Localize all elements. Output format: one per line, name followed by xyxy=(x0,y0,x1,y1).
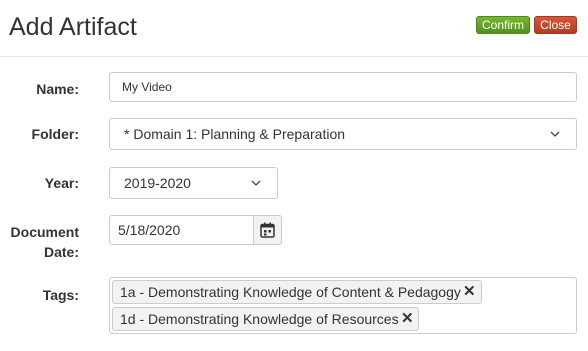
close-icon[interactable]: ✕ xyxy=(401,308,414,330)
calendar-icon xyxy=(260,222,275,238)
name-label: Name: xyxy=(36,81,79,97)
dialog-header: Add Artifact Confirm Close xyxy=(0,0,588,57)
name-value: My Video xyxy=(122,80,172,94)
tag-label: 1d - Demonstrating Knowledge of Resource… xyxy=(120,311,399,327)
tag-item: 1d - Demonstrating Knowledge of Resource… xyxy=(112,307,419,331)
document-date-label-line2: Date: xyxy=(43,244,79,260)
tags-label: Tags: xyxy=(42,287,79,303)
close-button[interactable]: Close xyxy=(534,16,577,34)
tag-item: 1a - Demonstrating Knowledge of Content … xyxy=(112,280,482,304)
page-title: Add Artifact xyxy=(9,13,137,41)
name-input[interactable]: My Video xyxy=(109,72,577,102)
chevron-down-icon xyxy=(550,131,560,137)
year-select[interactable]: 2019-2020 xyxy=(109,167,278,199)
document-date-input[interactable]: 5/18/2020 xyxy=(109,215,254,245)
year-value: 2019-2020 xyxy=(124,175,191,191)
calendar-button[interactable] xyxy=(253,215,282,245)
tag-label: 1a - Demonstrating Knowledge of Content … xyxy=(120,284,461,300)
folder-value: * Domain 1: Planning & Preparation xyxy=(124,126,346,142)
document-date-label-line1: Document xyxy=(10,224,79,240)
confirm-button[interactable]: Confirm xyxy=(476,16,530,34)
year-label: Year: xyxy=(44,175,79,191)
folder-select[interactable]: * Domain 1: Planning & Preparation xyxy=(109,118,577,150)
close-icon[interactable]: ✕ xyxy=(463,281,476,303)
folder-label: Folder: xyxy=(31,126,79,142)
chevron-down-icon xyxy=(251,180,261,186)
document-date-value: 5/18/2020 xyxy=(118,222,181,238)
